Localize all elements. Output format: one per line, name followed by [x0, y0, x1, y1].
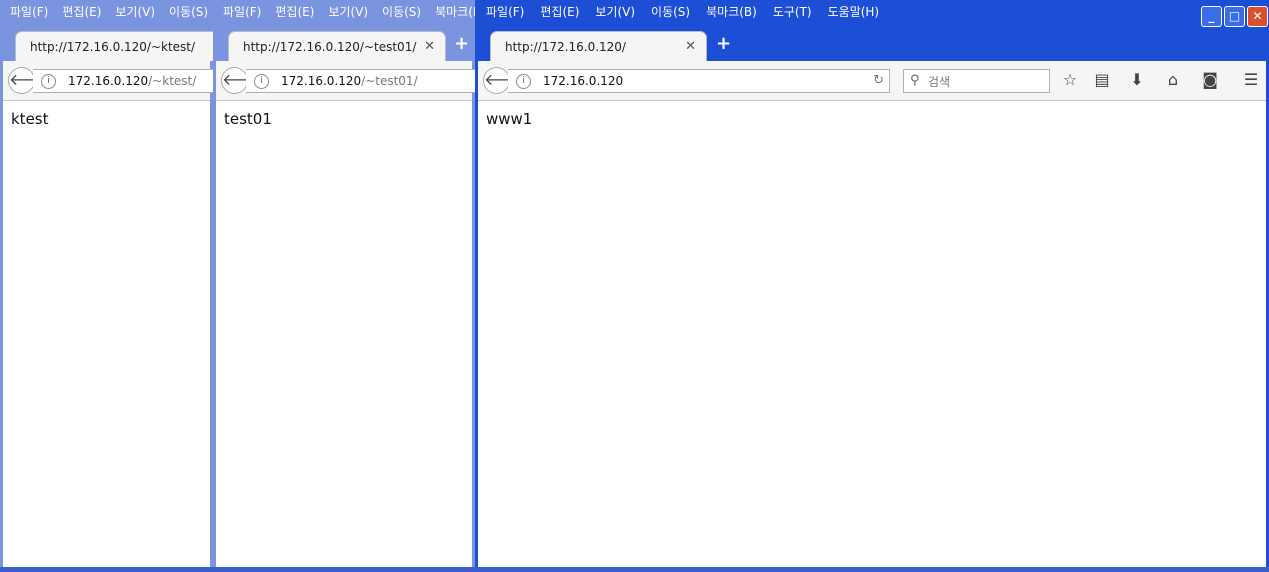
search-icon: ⚲: [910, 73, 920, 88]
info-icon[interactable]: i: [41, 74, 56, 89]
url-path: /~ktest/: [148, 74, 197, 88]
browser-window-test01: 파일(F) 편집(E) 보기(V) 이동(S) 북마크(B) http://172.16…: [213, 0, 475, 567]
menu-edit[interactable]: 편집(E): [275, 0, 314, 24]
menu-go[interactable]: 이동(S): [169, 0, 208, 24]
info-icon[interactable]: i: [516, 74, 531, 89]
reload-icon[interactable]: ↻: [873, 73, 884, 88]
page-content: test01: [216, 101, 472, 567]
tab-www1[interactable]: http://172.16.0.120/ ✕: [490, 31, 707, 61]
menu-file[interactable]: 파일(F): [486, 0, 524, 24]
search-input[interactable]: [926, 72, 1048, 92]
tab-ktest[interactable]: http://172.16.0.120/~ktest/: [15, 31, 213, 61]
minimize-icon[interactable]: _: [1201, 6, 1222, 27]
menu-bookmarks[interactable]: 북마크(B): [435, 0, 475, 24]
url-host: 172.16.0.120: [281, 74, 362, 88]
menu-bar: 파일(F) 편집(E) 보기(V) 이동(S) 북마크(B) 도구(T) 도움말(H): [475, 0, 1269, 24]
nav-bar: 🡐 i 172.16.0.120/~ktest/: [3, 61, 213, 101]
menu-help[interactable]: 도움말(H): [828, 0, 880, 24]
page-content: www1: [478, 101, 1266, 567]
menu-bar: 파일(F) 편집(E) 보기(V) 이동(S) 북마크(B): [213, 0, 475, 24]
page-body-text: test01: [224, 110, 272, 128]
maximize-icon[interactable]: □: [1224, 6, 1245, 27]
close-icon[interactable]: ✕: [685, 39, 696, 54]
tab-test01[interactable]: http://172.16.0.120/~test01/ ✕: [228, 31, 446, 61]
browser-window-www1: 파일(F) 편집(E) 보기(V) 이동(S) 북마크(B) 도구(T) 도움말(H) _ …: [475, 0, 1269, 567]
menu-edit[interactable]: 편집(E): [540, 0, 579, 24]
tab-title: http://172.16.0.120/: [505, 40, 626, 54]
home-icon[interactable]: ⌂: [1162, 70, 1184, 89]
back-arrow-icon[interactable]: 🡐: [221, 67, 265, 94]
page-content: ktest: [3, 101, 210, 567]
tab-title: http://172.16.0.120/~test01/: [243, 40, 417, 54]
url-path: /~test01/: [361, 74, 418, 88]
address-bar[interactable]: i 172.16.0.120/~test01/: [246, 69, 475, 93]
hamburger-icon[interactable]: ☰: [1240, 70, 1262, 89]
search-box[interactable]: ⚲: [903, 69, 1050, 93]
window-close-icon[interactable]: ✕: [1247, 6, 1268, 27]
url-host: 172.16.0.120: [68, 74, 149, 88]
plus-icon[interactable]: +: [454, 33, 469, 54]
back-arrow-icon[interactable]: 🡐: [483, 67, 527, 94]
menu-bar: 파일(F) 편집(E) 보기(V) 이동(S): [0, 0, 213, 24]
back-arrow-icon[interactable]: 🡐: [8, 67, 52, 94]
url-text: 172.16.0.120: [543, 74, 623, 88]
menu-bookmarks[interactable]: 북마크(B): [706, 0, 757, 24]
page-body-text: ktest: [11, 110, 49, 128]
tab-strip: http://172.16.0.120/~ktest/: [3, 27, 213, 61]
menu-file[interactable]: 파일(F): [10, 0, 48, 24]
tab-strip: http://172.16.0.120/~test01/ ✕ +: [216, 27, 472, 61]
page-body-text: www1: [486, 110, 533, 128]
info-icon[interactable]: i: [254, 74, 269, 89]
clipboard-icon[interactable]: ▤: [1091, 70, 1113, 89]
download-icon[interactable]: ⬇: [1126, 70, 1148, 89]
nav-bar: 🡐 i 172.16.0.120/~test01/: [216, 61, 475, 101]
pocket-icon[interactable]: ◙: [1199, 70, 1221, 89]
tab-strip: http://172.16.0.120/ ✕ +: [478, 27, 1266, 61]
url-text: 172.16.0.120/~test01/: [281, 74, 418, 88]
menu-edit[interactable]: 편집(E): [62, 0, 101, 24]
browser-window-ktest: 파일(F) 편집(E) 보기(V) 이동(S) http://172.16.0.120…: [0, 0, 213, 567]
star-icon[interactable]: ☆: [1059, 70, 1081, 89]
menu-go[interactable]: 이동(S): [382, 0, 421, 24]
menu-view[interactable]: 보기(V): [595, 0, 635, 24]
close-icon[interactable]: ✕: [424, 39, 435, 54]
menu-go[interactable]: 이동(S): [651, 0, 690, 24]
menu-file[interactable]: 파일(F): [223, 0, 261, 24]
url-host: 172.16.0.120: [543, 74, 624, 88]
nav-bar: 🡐 i 172.16.0.120 ↻ ⚲ ☆ ▤ ⬇ ⌂ ◙ ☰: [478, 61, 1266, 101]
address-bar[interactable]: i 172.16.0.120 ↻: [508, 69, 890, 93]
url-text: 172.16.0.120/~ktest/: [68, 74, 196, 88]
tab-title: http://172.16.0.120/~ktest/: [30, 40, 196, 54]
address-bar[interactable]: i 172.16.0.120/~ktest/: [33, 69, 213, 93]
menu-view[interactable]: 보기(V): [115, 0, 155, 24]
plus-icon[interactable]: +: [716, 33, 731, 54]
menu-tools[interactable]: 도구(T): [773, 0, 812, 24]
menu-view[interactable]: 보기(V): [328, 0, 368, 24]
